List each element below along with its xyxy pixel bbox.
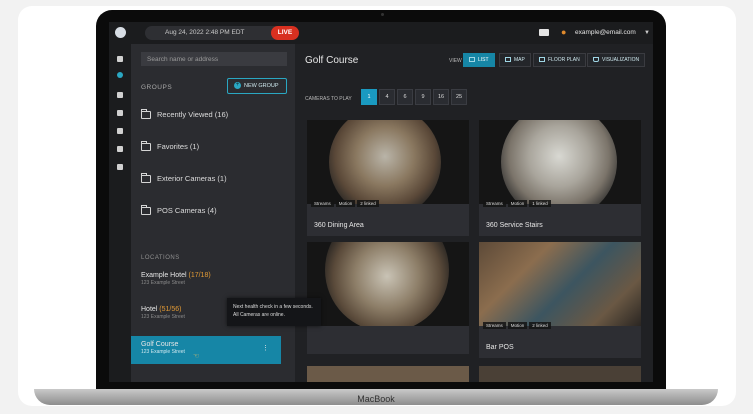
camera-tile[interactable] — [307, 366, 469, 382]
camera-tile[interactable] — [307, 242, 469, 354]
camera-tile[interactable]: Streams Motion 2 linked Bar POS — [479, 242, 641, 358]
users-icon — [117, 146, 123, 152]
streams-chip[interactable]: Streams — [483, 200, 506, 207]
cursor-icon: ☜ — [193, 353, 200, 360]
location-name: Hotel — [141, 306, 158, 313]
streams-chip[interactable]: Streams — [311, 200, 334, 207]
cameras-to-play-label: CAMERAS TO PLAY — [305, 96, 352, 102]
motion-chip[interactable]: Motion — [507, 200, 528, 207]
rail-item-alerts[interactable] — [113, 110, 127, 117]
play-count-6[interactable]: 6 — [397, 89, 413, 105]
rail-item-cameras[interactable] — [113, 72, 127, 79]
rail-item-users[interactable] — [113, 146, 127, 153]
camera-tile[interactable] — [479, 366, 641, 382]
folder-icon — [141, 173, 151, 184]
location-item[interactable]: Example Hotel (17/18) 123 Example Street — [141, 272, 287, 286]
rail-item-reports[interactable] — [113, 128, 127, 135]
laptop-bezel: Aug 24, 2022 2:48 PM EDT LIVE ● example@… — [96, 10, 666, 395]
warning-icon — [593, 57, 599, 63]
location-address: 123 Example Street — [141, 280, 185, 286]
home-icon — [117, 56, 123, 62]
folder-icon — [141, 109, 151, 120]
live-button[interactable]: LIVE — [271, 26, 299, 40]
camera-tile[interactable]: Streams Motion 1 linked 360 Service Stairs — [479, 120, 641, 236]
laptop-base: MacBook — [34, 389, 718, 405]
rail-item-settings[interactable] — [113, 164, 127, 171]
list-icon — [469, 57, 475, 63]
tab-list[interactable]: LIST — [463, 53, 495, 67]
camera-tile[interactable]: Streams Motion 2 linked 360 Dining Area — [307, 120, 469, 236]
page-title: Golf Course — [305, 55, 359, 66]
date-time-display[interactable]: Aug 24, 2022 2:48 PM EDT — [145, 26, 285, 40]
group-item[interactable]: POS Cameras (4) — [141, 202, 287, 220]
fisheye-image — [325, 242, 449, 326]
play-count-1[interactable]: 1 — [361, 89, 377, 105]
group-item[interactable]: Favorites (1) — [141, 138, 287, 156]
app-screen: Aug 24, 2022 2:48 PM EDT LIVE ● example@… — [109, 22, 653, 382]
camera-chips: Streams Motion 1 linked — [483, 192, 553, 210]
location-count: (17/18) — [188, 272, 211, 279]
camera-feed[interactable] — [307, 242, 469, 326]
group-item[interactable]: Recently Viewed (16) — [141, 106, 287, 124]
new-group-button[interactable]: + NEW GROUP — [227, 78, 287, 94]
streams-chip[interactable]: Streams — [483, 322, 506, 329]
alert-icon — [117, 110, 123, 116]
play-count-25[interactable]: 25 — [451, 89, 467, 105]
group-item[interactable]: Exterior Cameras (1) — [141, 170, 287, 188]
map-icon — [505, 57, 511, 63]
groups-heading: GROUPS — [141, 84, 173, 91]
location-item-selected[interactable]: Golf Course 123 Example Street ⋮ ☜ — [131, 336, 281, 364]
linked-chip[interactable]: 1 linked — [529, 200, 551, 207]
view-label: VIEW — [449, 58, 462, 64]
location-address: 123 Example Street — [141, 349, 185, 355]
location-name: Golf Course — [141, 341, 179, 348]
health-check-toast: Next health check in a few seconds. All … — [227, 298, 321, 326]
toast-line-1: Next health check in a few seconds. — [233, 304, 313, 310]
report-icon — [117, 128, 123, 134]
play-count-4[interactable]: 4 — [379, 89, 395, 105]
gear-icon — [117, 164, 123, 170]
more-options-icon[interactable]: ⋮ — [262, 344, 269, 352]
camera-name: 360 Service Stairs — [486, 222, 543, 229]
sidebar: GROUPS +NEW GROUP Recently Viewed (16) F… — [131, 44, 295, 382]
chevron-down-icon[interactable]: ▼ — [644, 26, 650, 40]
motion-chip[interactable]: Motion — [507, 322, 528, 329]
camera-chips: Streams Motion 2 linked — [483, 314, 553, 332]
brand-label: MacBook — [357, 394, 395, 404]
search-input[interactable] — [141, 52, 287, 66]
location-count: (51/56) — [159, 306, 182, 313]
camera-notch — [381, 13, 384, 16]
plus-icon: + — [234, 82, 241, 90]
nav-rail — [109, 44, 131, 382]
camera-name: 360 Dining Area — [314, 222, 364, 229]
play-count-9[interactable]: 9 — [415, 89, 431, 105]
camera-name: Bar POS — [486, 344, 514, 351]
locations-heading: LOCATIONS — [141, 255, 180, 261]
top-bar: Aug 24, 2022 2:48 PM EDT LIVE ● example@… — [109, 22, 653, 44]
play-count-16[interactable]: 16 — [433, 89, 449, 105]
tab-map[interactable]: MAP — [499, 53, 531, 67]
linked-chip[interactable]: 2 linked — [529, 322, 551, 329]
user-icon: ● — [561, 27, 567, 37]
tab-floor-plan[interactable]: FLOOR PLAN — [533, 53, 586, 67]
linked-chip[interactable]: 2 linked — [357, 200, 379, 207]
camera-chips: Streams Motion 2 linked — [311, 192, 381, 210]
rail-item-home[interactable] — [113, 56, 127, 63]
folder-icon — [141, 205, 151, 216]
events-icon — [117, 92, 123, 98]
app-logo-icon[interactable] — [115, 27, 126, 38]
mail-icon[interactable] — [539, 29, 549, 36]
favorites-folder-icon — [141, 141, 151, 152]
location-name: Example Hotel — [141, 272, 187, 279]
motion-chip[interactable]: Motion — [335, 200, 356, 207]
main-panel: Golf Course VIEW LIST MAP FLOOR PLAN VIS… — [295, 44, 653, 382]
user-email[interactable]: example@email.com — [575, 26, 636, 40]
camera-icon — [117, 72, 123, 78]
toast-line-2: All Cameras are online. — [233, 312, 285, 318]
rail-item-events[interactable] — [113, 92, 127, 99]
tab-visualization[interactable]: VISUALIZATION — [587, 53, 646, 67]
floor-plan-icon — [539, 57, 545, 63]
